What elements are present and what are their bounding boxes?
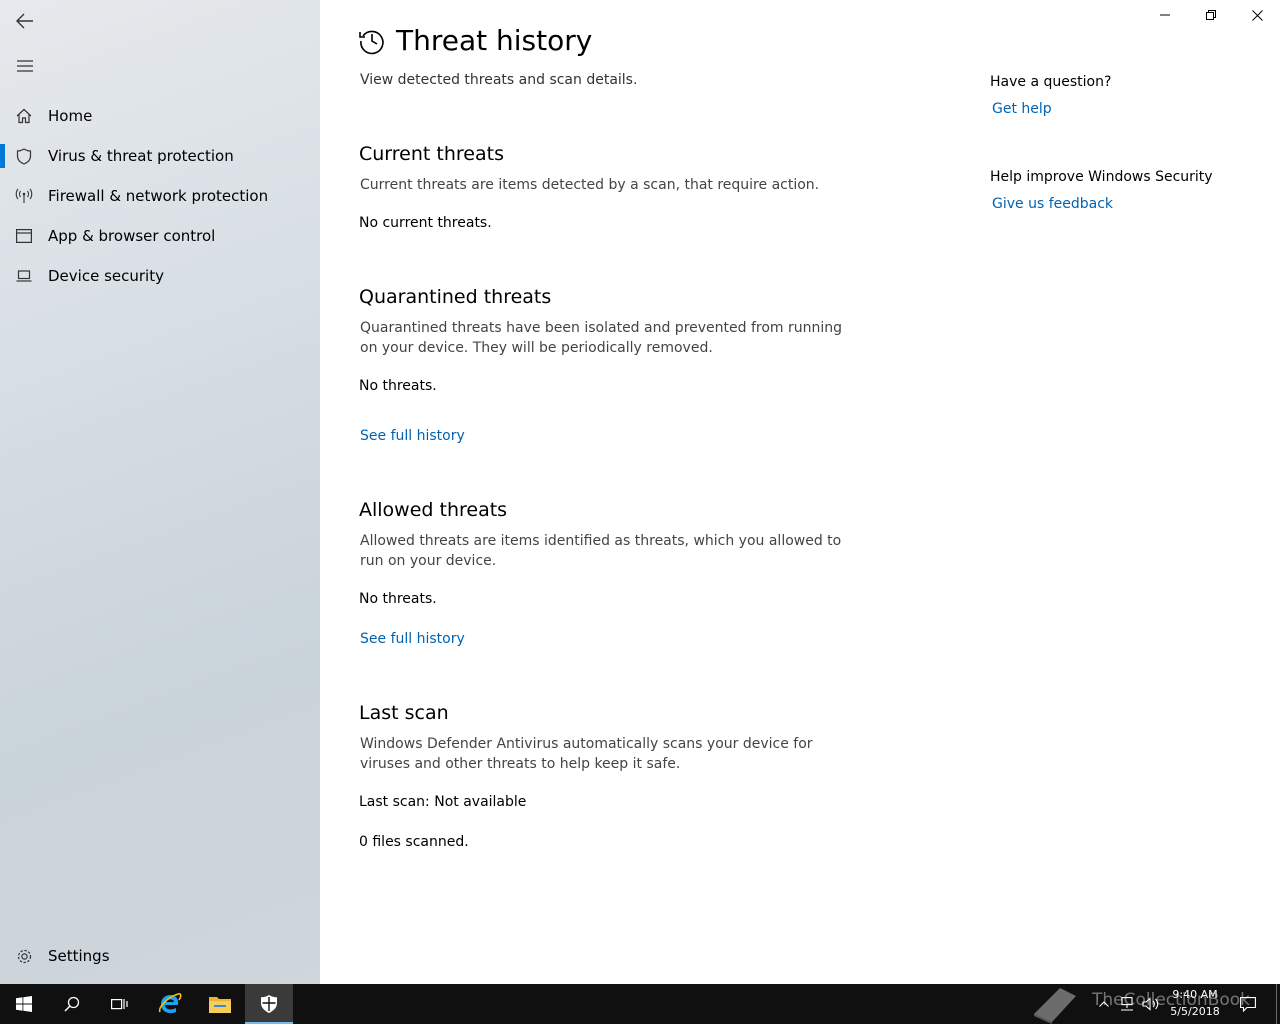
- page-subtitle: View detected threats and scan details.: [360, 72, 638, 88]
- antenna-icon: [0, 176, 48, 216]
- settings-button[interactable]: Settings: [0, 936, 320, 976]
- sidebar-item-home[interactable]: Home: [0, 96, 320, 136]
- give-feedback-link[interactable]: Give us feedback: [992, 196, 1113, 212]
- browser-window-icon: [0, 216, 48, 256]
- quarantined-threats-value: No threats.: [359, 378, 437, 394]
- sidebar-item-label: App & browser control: [48, 227, 216, 245]
- page-title: Threat history: [396, 24, 593, 57]
- network-icon: [1121, 997, 1133, 1011]
- last-scan-value: Last scan: Not available: [359, 794, 527, 810]
- back-arrow-icon: [16, 13, 33, 29]
- search-icon: [64, 996, 80, 1012]
- folder-icon: [209, 997, 231, 1013]
- shield-icon: [0, 136, 48, 176]
- sidebar-item-label: Firewall & network protection: [48, 187, 269, 205]
- quarantined-threats-description: Quarantined threats have been isolated a…: [360, 320, 843, 356]
- task-view-button[interactable]: [96, 984, 144, 1024]
- volume-tray-button[interactable]: [1140, 984, 1162, 1024]
- sidebar-item-device-security[interactable]: Device security: [0, 256, 320, 296]
- minimize-button[interactable]: [1142, 0, 1188, 30]
- sidebar-item-label: Home: [48, 107, 93, 125]
- internet-explorer-icon: [158, 993, 182, 1014]
- task-view-icon: [111, 998, 128, 1010]
- search-button[interactable]: [48, 984, 96, 1024]
- action-center-button[interactable]: [1234, 984, 1262, 1024]
- restore-icon: [1206, 10, 1216, 20]
- sidebar-item-app-browser-control[interactable]: App & browser control: [0, 216, 320, 256]
- show-desktop-button[interactable]: [1276, 984, 1277, 1024]
- windows-logo-icon: [16, 996, 32, 1012]
- page-header: Threat history: [358, 24, 592, 57]
- sidebar-nav: Home Virus & threat protection Firewall …: [0, 96, 320, 296]
- edge-browser-button[interactable]: [146, 984, 194, 1024]
- book-icon: [1034, 988, 1076, 1024]
- windows-security-taskbar-button[interactable]: [245, 984, 293, 1024]
- help-question: Have a question?: [990, 74, 1112, 90]
- laptop-icon: [0, 256, 48, 296]
- start-button[interactable]: [0, 984, 48, 1024]
- minimize-icon: [1160, 14, 1170, 16]
- menu-button[interactable]: [8, 49, 42, 83]
- home-icon: [0, 96, 48, 136]
- file-explorer-button[interactable]: [196, 984, 244, 1024]
- files-scanned-value: 0 files scanned.: [359, 834, 469, 850]
- last-scan-description: Windows Defender Antivirus automatically…: [360, 736, 813, 772]
- notification-icon: [1240, 996, 1256, 1012]
- allowed-see-full-history-link[interactable]: See full history: [360, 631, 465, 647]
- window-controls: [1142, 0, 1280, 30]
- last-scan-heading: Last scan: [359, 702, 449, 724]
- current-threats-heading: Current threats: [359, 143, 504, 165]
- speaker-icon: [1142, 997, 1159, 1011]
- hamburger-menu-icon: [17, 60, 33, 72]
- main-content: Threat history View detected threats and…: [320, 0, 1280, 984]
- clock-date: 5/5/2018: [1170, 1005, 1220, 1018]
- allowed-threats-value: No threats.: [359, 591, 437, 607]
- network-tray-button[interactable]: [1116, 984, 1138, 1024]
- allowed-threats-heading: Allowed threats: [359, 499, 508, 521]
- back-button[interactable]: [8, 4, 42, 38]
- quarantined-threats-heading: Quarantined threats: [359, 286, 552, 308]
- help-improve-heading: Help improve Windows Security: [990, 169, 1213, 185]
- restore-button[interactable]: [1188, 0, 1234, 30]
- current-threats-description: Current threats are items detected by a …: [360, 177, 820, 193]
- clock-time: 9:40 AM: [1172, 988, 1218, 1001]
- taskbar-clock[interactable]: 9:40 AM 5/5/2018: [1160, 986, 1230, 1020]
- settings-label: Settings: [48, 947, 110, 965]
- sidebar: Home Virus & threat protection Firewall …: [0, 0, 320, 984]
- sidebar-item-label: Device security: [48, 267, 164, 285]
- close-icon: [1251, 9, 1263, 21]
- close-button[interactable]: [1234, 0, 1280, 30]
- gear-icon: [0, 948, 48, 965]
- quarantined-see-full-history-link[interactable]: See full history: [360, 428, 465, 444]
- get-help-link[interactable]: Get help: [992, 101, 1052, 117]
- sidebar-item-label: Virus & threat protection: [48, 147, 234, 165]
- chevron-up-icon: [1099, 1001, 1109, 1007]
- taskbar: TheCollectionBook 9:40 AM 5/5/2018: [0, 984, 1280, 1024]
- current-threats-value: No current threats.: [359, 215, 492, 231]
- show-hidden-icons-button[interactable]: [1096, 984, 1112, 1024]
- shield-icon: [261, 995, 277, 1013]
- history-icon: [359, 30, 384, 54]
- sidebar-item-virus-threat-protection[interactable]: Virus & threat protection: [0, 136, 320, 176]
- sidebar-item-firewall-network-protection[interactable]: Firewall & network protection: [0, 176, 320, 216]
- allowed-threats-description: Allowed threats are items identified as …: [360, 533, 842, 569]
